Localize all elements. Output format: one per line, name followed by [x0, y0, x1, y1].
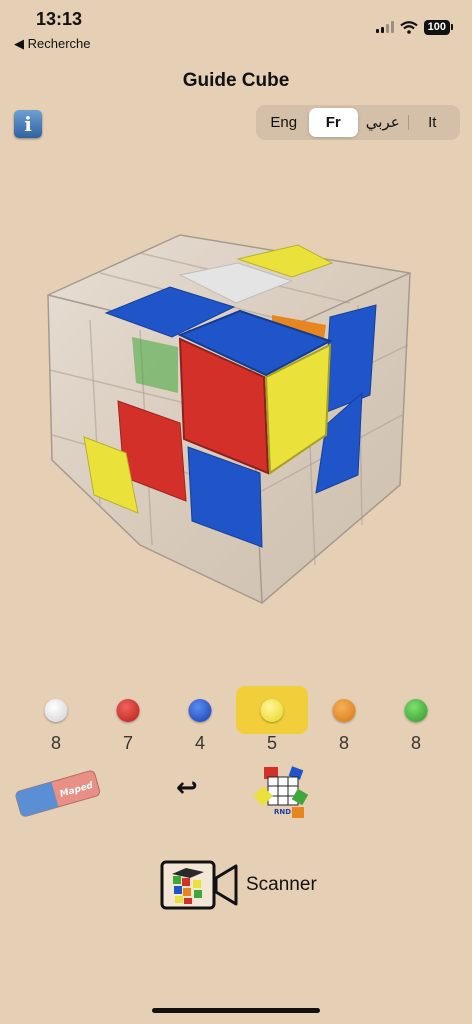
- color-counter-orange[interactable]: 8: [308, 686, 380, 766]
- green-count: 8: [410, 733, 421, 753]
- home-indicator[interactable]: [152, 1008, 320, 1013]
- random-scramble-button[interactable]: RND: [252, 765, 310, 819]
- status-time: 13:13: [36, 9, 83, 29]
- color-counter-green[interactable]: 8: [380, 686, 452, 766]
- orange-color-dot[interactable]: [332, 699, 356, 722]
- cellular-signal-icon: [375, 21, 394, 33]
- scanner-button[interactable]: Scanner: [160, 860, 317, 910]
- random-label: RND: [274, 808, 291, 816]
- language-selector: Eng Fr عربي It: [256, 105, 460, 140]
- color-counter-blue[interactable]: 4: [164, 686, 236, 766]
- undo-button[interactable]: ↩: [176, 772, 198, 803]
- wifi-icon: [399, 20, 418, 34]
- scanner-label: Scanner: [246, 874, 317, 895]
- yellow-color-dot[interactable]: [260, 699, 284, 722]
- back-to-search-link[interactable]: ◀ Recherche: [14, 36, 90, 52]
- blue-count: 4: [194, 733, 205, 753]
- cube-3d-view[interactable]: [40, 225, 432, 615]
- white-color-dot[interactable]: [44, 699, 68, 722]
- lang-option-english[interactable]: Eng: [259, 108, 309, 137]
- red-count: 7: [122, 733, 133, 753]
- lang-option-italian[interactable]: It: [407, 108, 458, 137]
- color-counter-red[interactable]: 7: [92, 686, 164, 766]
- white-count: 8: [50, 733, 61, 753]
- orange-count: 8: [338, 733, 349, 753]
- eraser-button[interactable]: Maped: [10, 765, 102, 817]
- page-title: Guide Cube: [182, 70, 290, 91]
- blue-color-dot[interactable]: [188, 699, 212, 722]
- lang-option-arabic[interactable]: عربي: [358, 108, 408, 137]
- color-counter-yellow[interactable]: 5: [236, 686, 308, 753]
- lang-option-french[interactable]: Fr: [308, 108, 358, 137]
- status-icons: 100: [375, 18, 454, 36]
- battery-icon: 100: [423, 19, 454, 35]
- info-button[interactable]: i: [14, 110, 42, 138]
- green-color-dot[interactable]: [404, 699, 428, 722]
- color-counter-white[interactable]: 8: [20, 686, 92, 766]
- video-camera-icon: [160, 860, 238, 910]
- yellow-count: 5: [266, 733, 277, 753]
- red-color-dot[interactable]: [116, 699, 140, 722]
